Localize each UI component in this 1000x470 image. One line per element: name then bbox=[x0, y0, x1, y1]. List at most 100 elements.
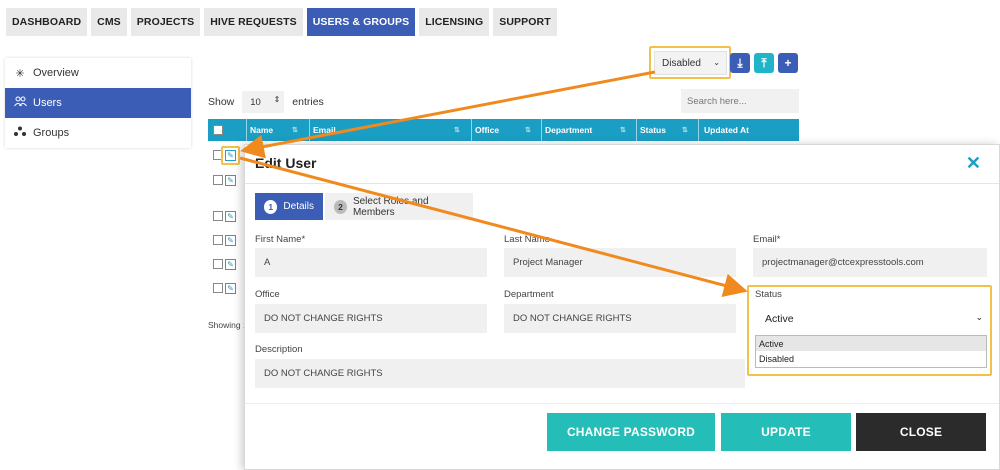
column-department[interactable]: Department bbox=[545, 125, 592, 135]
search-placeholder: Search here... bbox=[687, 95, 747, 107]
chevron-down-icon: ⌄ bbox=[975, 312, 983, 322]
description-label: Description bbox=[255, 344, 303, 355]
edit-button[interactable]: ✎ bbox=[225, 283, 236, 294]
entries-control: Show 10 ⇕ entries bbox=[208, 91, 324, 113]
edit-button[interactable]: ✎ bbox=[225, 211, 236, 222]
table-header: Name ⇅ Email ⇅ Office ⇅ Department ⇅ Sta… bbox=[208, 119, 799, 141]
row-checkbox[interactable] bbox=[213, 175, 223, 185]
status-filter-value: Disabled bbox=[662, 57, 701, 69]
row-checkbox[interactable] bbox=[213, 283, 223, 293]
modal-title: Edit User bbox=[255, 155, 317, 171]
step-number: 2 bbox=[334, 199, 347, 214]
close-icon[interactable]: ✕ bbox=[966, 153, 981, 174]
last-name-field[interactable]: Project Manager bbox=[504, 248, 736, 277]
tab-dashboard[interactable]: DASHBOARD bbox=[6, 8, 88, 36]
office-label: Office bbox=[255, 289, 280, 300]
status-select[interactable]: Active ⌄ bbox=[755, 304, 987, 333]
showing-info: Showing 1 bbox=[208, 320, 248, 330]
upload-button[interactable]: ⤒ bbox=[754, 53, 774, 73]
sort-icon: ⇅ bbox=[454, 127, 460, 134]
sidebar-item-label: Groups bbox=[33, 127, 70, 139]
status-value: Active bbox=[765, 312, 794, 325]
tab-hive-requests[interactable]: HIVE REQUESTS bbox=[204, 8, 303, 36]
column-updated-at[interactable]: Updated At bbox=[704, 125, 749, 135]
row-checkbox[interactable] bbox=[213, 235, 223, 245]
email-field[interactable]: projectmanager@ctcexpresstools.com bbox=[753, 248, 987, 277]
status-filter-select[interactable]: Disabled ⌄ bbox=[654, 51, 727, 75]
step-number: 1 bbox=[264, 199, 278, 214]
department-field[interactable]: DO NOT CHANGE RIGHTS bbox=[504, 304, 736, 333]
column-divider bbox=[541, 119, 542, 141]
step-label: Select Roles and Members bbox=[352, 195, 429, 218]
edit-button[interactable]: ✎ bbox=[225, 175, 236, 186]
pencil-icon: ✎ bbox=[227, 236, 234, 245]
tab-cms[interactable]: CMS bbox=[91, 8, 127, 36]
tab-licensing[interactable]: LICENSING bbox=[419, 8, 490, 36]
top-navigation: DASHBOARD CMS PROJECTS HIVE REQUESTS USE… bbox=[6, 8, 557, 36]
add-user-button[interactable]: + bbox=[778, 53, 798, 73]
column-divider bbox=[246, 119, 247, 141]
chevron-down-icon: ⌄ bbox=[713, 58, 720, 67]
download-icon: ⤓ bbox=[737, 55, 743, 70]
step-details[interactable]: 1 Details bbox=[255, 193, 323, 220]
divider bbox=[245, 403, 999, 404]
edit-button[interactable]: ✎ bbox=[225, 150, 236, 161]
sort-arrows-icon: ⇕ bbox=[273, 95, 281, 104]
column-divider bbox=[471, 119, 472, 141]
entries-select[interactable]: 10 ⇕ bbox=[242, 91, 285, 113]
status-option-disabled[interactable]: Disabled bbox=[756, 351, 986, 366]
column-office[interactable]: Office bbox=[475, 125, 499, 135]
status-label: Status bbox=[755, 289, 782, 300]
pencil-icon: ✎ bbox=[227, 151, 234, 160]
tab-projects[interactable]: PROJECTS bbox=[130, 8, 201, 36]
status-dropdown: Active Disabled bbox=[755, 335, 987, 368]
pencil-icon: ✎ bbox=[227, 212, 234, 221]
row-checkbox[interactable] bbox=[213, 211, 223, 221]
pencil-icon: ✎ bbox=[227, 176, 234, 185]
divider bbox=[245, 183, 999, 184]
change-password-button[interactable]: CHANGE PASSWORD bbox=[547, 413, 715, 451]
office-field[interactable]: DO NOT CHANGE RIGHTS bbox=[255, 304, 487, 333]
row-checkbox[interactable] bbox=[213, 259, 223, 269]
pencil-icon: ✎ bbox=[227, 260, 234, 269]
first-name-label: First Name* bbox=[255, 234, 306, 245]
sidebar: ✳ Overview Users Groups bbox=[5, 58, 191, 148]
last-name-label: Last Name bbox=[504, 234, 550, 245]
edit-user-modal: Edit User ✕ 1 Details 2 Select Roles and… bbox=[244, 144, 1000, 470]
sidebar-item-label: Users bbox=[33, 97, 62, 109]
close-button[interactable]: CLOSE bbox=[856, 413, 986, 451]
groups-icon bbox=[13, 126, 27, 141]
entries-label: entries bbox=[292, 96, 324, 108]
description-field[interactable]: DO NOT CHANGE RIGHTS bbox=[255, 359, 745, 388]
column-name[interactable]: Name bbox=[250, 125, 273, 135]
entries-value: 10 bbox=[250, 96, 261, 108]
first-name-field[interactable]: A bbox=[255, 248, 487, 277]
search-input[interactable]: Search here... bbox=[681, 89, 799, 113]
column-divider bbox=[309, 119, 310, 141]
sort-icon: ⇅ bbox=[620, 127, 626, 134]
column-status[interactable]: Status bbox=[640, 125, 666, 135]
tab-users-groups[interactable]: USERS & GROUPS bbox=[306, 8, 416, 36]
edit-button[interactable]: ✎ bbox=[225, 259, 236, 270]
tab-support[interactable]: SUPPORT bbox=[493, 8, 557, 36]
users-icon bbox=[13, 96, 27, 110]
upload-icon: ⤒ bbox=[761, 55, 767, 70]
department-label: Department bbox=[504, 289, 554, 300]
plus-icon: + bbox=[784, 56, 792, 70]
sort-icon: ⇅ bbox=[525, 127, 531, 134]
pencil-icon: ✎ bbox=[227, 284, 234, 293]
download-button[interactable]: ⤓ bbox=[730, 53, 750, 73]
status-option-active[interactable]: Active bbox=[756, 336, 986, 351]
column-divider bbox=[636, 119, 637, 141]
update-button[interactable]: UPDATE bbox=[721, 413, 851, 451]
row-checkbox[interactable] bbox=[213, 150, 223, 160]
column-email[interactable]: Email bbox=[313, 125, 336, 135]
select-all-checkbox[interactable] bbox=[213, 125, 223, 135]
edit-button[interactable]: ✎ bbox=[225, 235, 236, 246]
step-roles-members[interactable]: 2 Select Roles and Members bbox=[325, 193, 473, 220]
sidebar-item-users[interactable]: Users bbox=[5, 88, 191, 118]
column-divider bbox=[698, 119, 699, 141]
sidebar-item-groups[interactable]: Groups bbox=[5, 118, 191, 148]
sidebar-item-overview[interactable]: ✳ Overview bbox=[5, 58, 191, 88]
step-label: Details bbox=[283, 201, 314, 212]
